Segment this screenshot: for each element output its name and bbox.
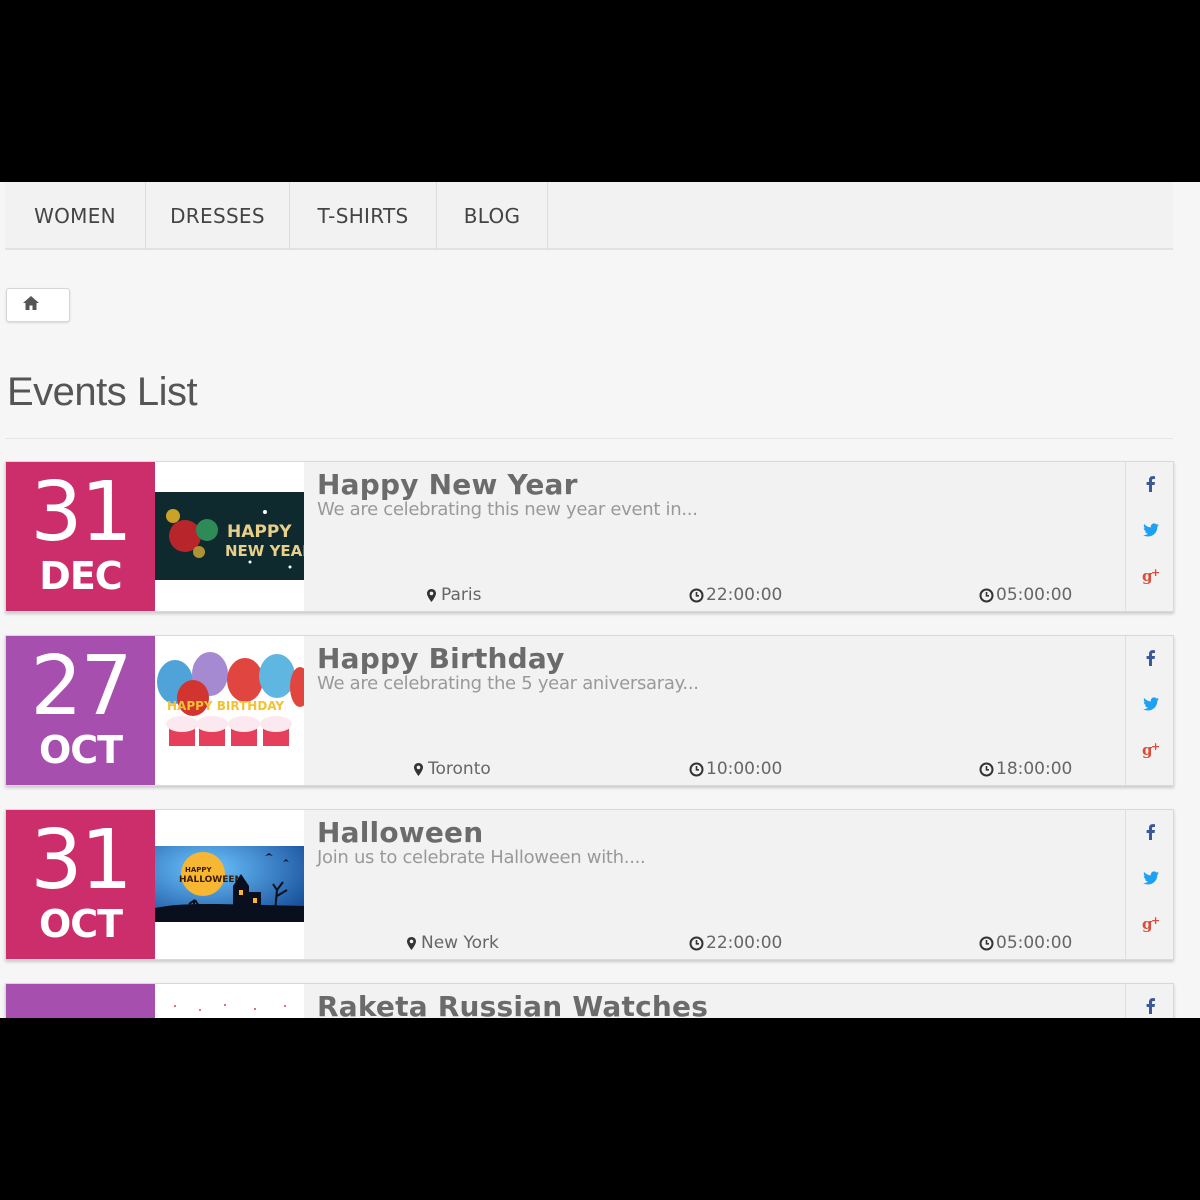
facebook-icon[interactable]: [1141, 648, 1161, 668]
event-start-time: 10:00:00: [689, 759, 782, 779]
svg-text:+: +: [1151, 566, 1160, 579]
event-date-badge: 27 OCT: [6, 636, 155, 785]
event-month: OCT: [38, 728, 123, 772]
google-plus-icon[interactable]: g +: [1141, 739, 1161, 759]
event-location-text: Toronto: [428, 759, 491, 779]
event-month: OCT: [38, 902, 123, 946]
home-icon[interactable]: [23, 295, 40, 316]
event-description: Join us to celebrate Halloween with....: [317, 847, 646, 868]
svg-text:HAPPY BIRTHDAY: HAPPY BIRTHDAY: [167, 699, 284, 713]
svg-text:HALLOWEEN: HALLOWEEN: [179, 875, 242, 885]
event-end-text: 05:00:00: [996, 933, 1073, 953]
event-location: New York: [404, 933, 499, 953]
event-end-time: 18:00:00: [979, 759, 1072, 779]
event-end-text: 18:00:00: [996, 759, 1073, 779]
svg-text:+: +: [1151, 740, 1160, 753]
twitter-icon[interactable]: [1141, 868, 1161, 888]
event-date-badge: [6, 984, 155, 1018]
event-day: 31: [30, 813, 132, 908]
google-plus-icon[interactable]: g +: [1141, 913, 1161, 933]
nav-item-blog[interactable]: BLOG: [437, 182, 548, 250]
social-share: [1125, 984, 1173, 1018]
event-month: DEC: [39, 554, 122, 598]
event-day: 27: [30, 639, 132, 734]
svg-text:NEW YEAR: NEW YEAR: [225, 542, 304, 560]
map-marker-icon: [407, 936, 416, 950]
social-share: g +: [1125, 636, 1173, 785]
clock-icon: [689, 936, 704, 950]
top-navigation: WOMEN DRESSES T-SHIRTS BLOG: [5, 182, 1173, 250]
event-start-text: 10:00:00: [706, 759, 783, 779]
google-plus-icon[interactable]: g +: [1141, 565, 1161, 585]
nav-item-dresses[interactable]: DRESSES: [146, 182, 290, 250]
event-title[interactable]: Halloween: [317, 816, 483, 849]
clock-icon: [689, 762, 704, 776]
event-card[interactable]: Raketa Russian Watches: [5, 983, 1174, 1018]
event-start-text: 22:00:00: [706, 585, 783, 605]
event-card[interactable]: 31 DEC HAPPY NEW YEAR Happy New Year: [5, 461, 1174, 612]
event-date-badge: 31 OCT: [6, 810, 155, 959]
svg-text:HAPPY: HAPPY: [227, 522, 292, 542]
halloween-image[interactable]: HAPPY HALLOWEEN: [155, 810, 304, 959]
event-end-time: 05:00:00: [979, 933, 1072, 953]
nav-item-women[interactable]: WOMEN: [5, 182, 146, 250]
event-description: We are celebrating the 5 year aniversara…: [317, 673, 699, 694]
facebook-icon[interactable]: [1141, 996, 1161, 1016]
clock-icon: [979, 762, 994, 776]
svg-text:HAPPY: HAPPY: [185, 866, 213, 874]
page-title: Events List: [7, 370, 198, 414]
clock-icon: [979, 588, 994, 602]
breadcrumb[interactable]: [6, 288, 70, 322]
social-share: g +: [1125, 810, 1173, 959]
nav-item-t-shirts[interactable]: T-SHIRTS: [290, 182, 437, 250]
event-start-time: 22:00:00: [689, 933, 782, 953]
svg-text:+: +: [1151, 914, 1160, 927]
watches-image[interactable]: [155, 984, 304, 1018]
title-divider: [5, 438, 1173, 439]
page-viewport: WOMEN DRESSES T-SHIRTS BLOG Events List …: [0, 182, 1200, 1018]
event-description: We are celebrating this new year event i…: [317, 499, 698, 520]
event-card[interactable]: 31 OCT HAPPY HALLOWEEN Halloween Join us…: [5, 809, 1174, 960]
new-year-image[interactable]: HAPPY NEW YEAR: [155, 462, 304, 611]
birthday-image[interactable]: HAPPY BIRTHDAY: [155, 636, 304, 785]
event-end-text: 05:00:00: [996, 585, 1073, 605]
clock-icon: [689, 588, 704, 602]
social-share: g +: [1125, 462, 1173, 611]
event-title[interactable]: Raketa Russian Watches: [317, 990, 708, 1018]
facebook-icon[interactable]: [1141, 474, 1161, 494]
event-end-time: 05:00:00: [979, 585, 1072, 605]
event-location: Paris: [424, 585, 481, 605]
event-start-text: 22:00:00: [706, 933, 783, 953]
clock-icon: [979, 936, 994, 950]
twitter-icon[interactable]: [1141, 520, 1161, 540]
event-start-time: 22:00:00: [689, 585, 782, 605]
event-location: Toronto: [411, 759, 491, 779]
facebook-icon[interactable]: [1141, 822, 1161, 842]
twitter-icon[interactable]: [1141, 694, 1161, 714]
event-title[interactable]: Happy Birthday: [317, 642, 565, 675]
event-card[interactable]: 27 OCT HAPPY BIRTHDAY Happy Birthday We …: [5, 635, 1174, 786]
event-date-badge: 31 DEC: [6, 462, 155, 611]
map-marker-icon: [427, 588, 436, 602]
map-marker-icon: [414, 762, 423, 776]
event-location-text: New York: [421, 933, 499, 953]
event-title[interactable]: Happy New Year: [317, 468, 578, 501]
event-location-text: Paris: [441, 585, 482, 605]
event-day: 31: [30, 465, 132, 560]
